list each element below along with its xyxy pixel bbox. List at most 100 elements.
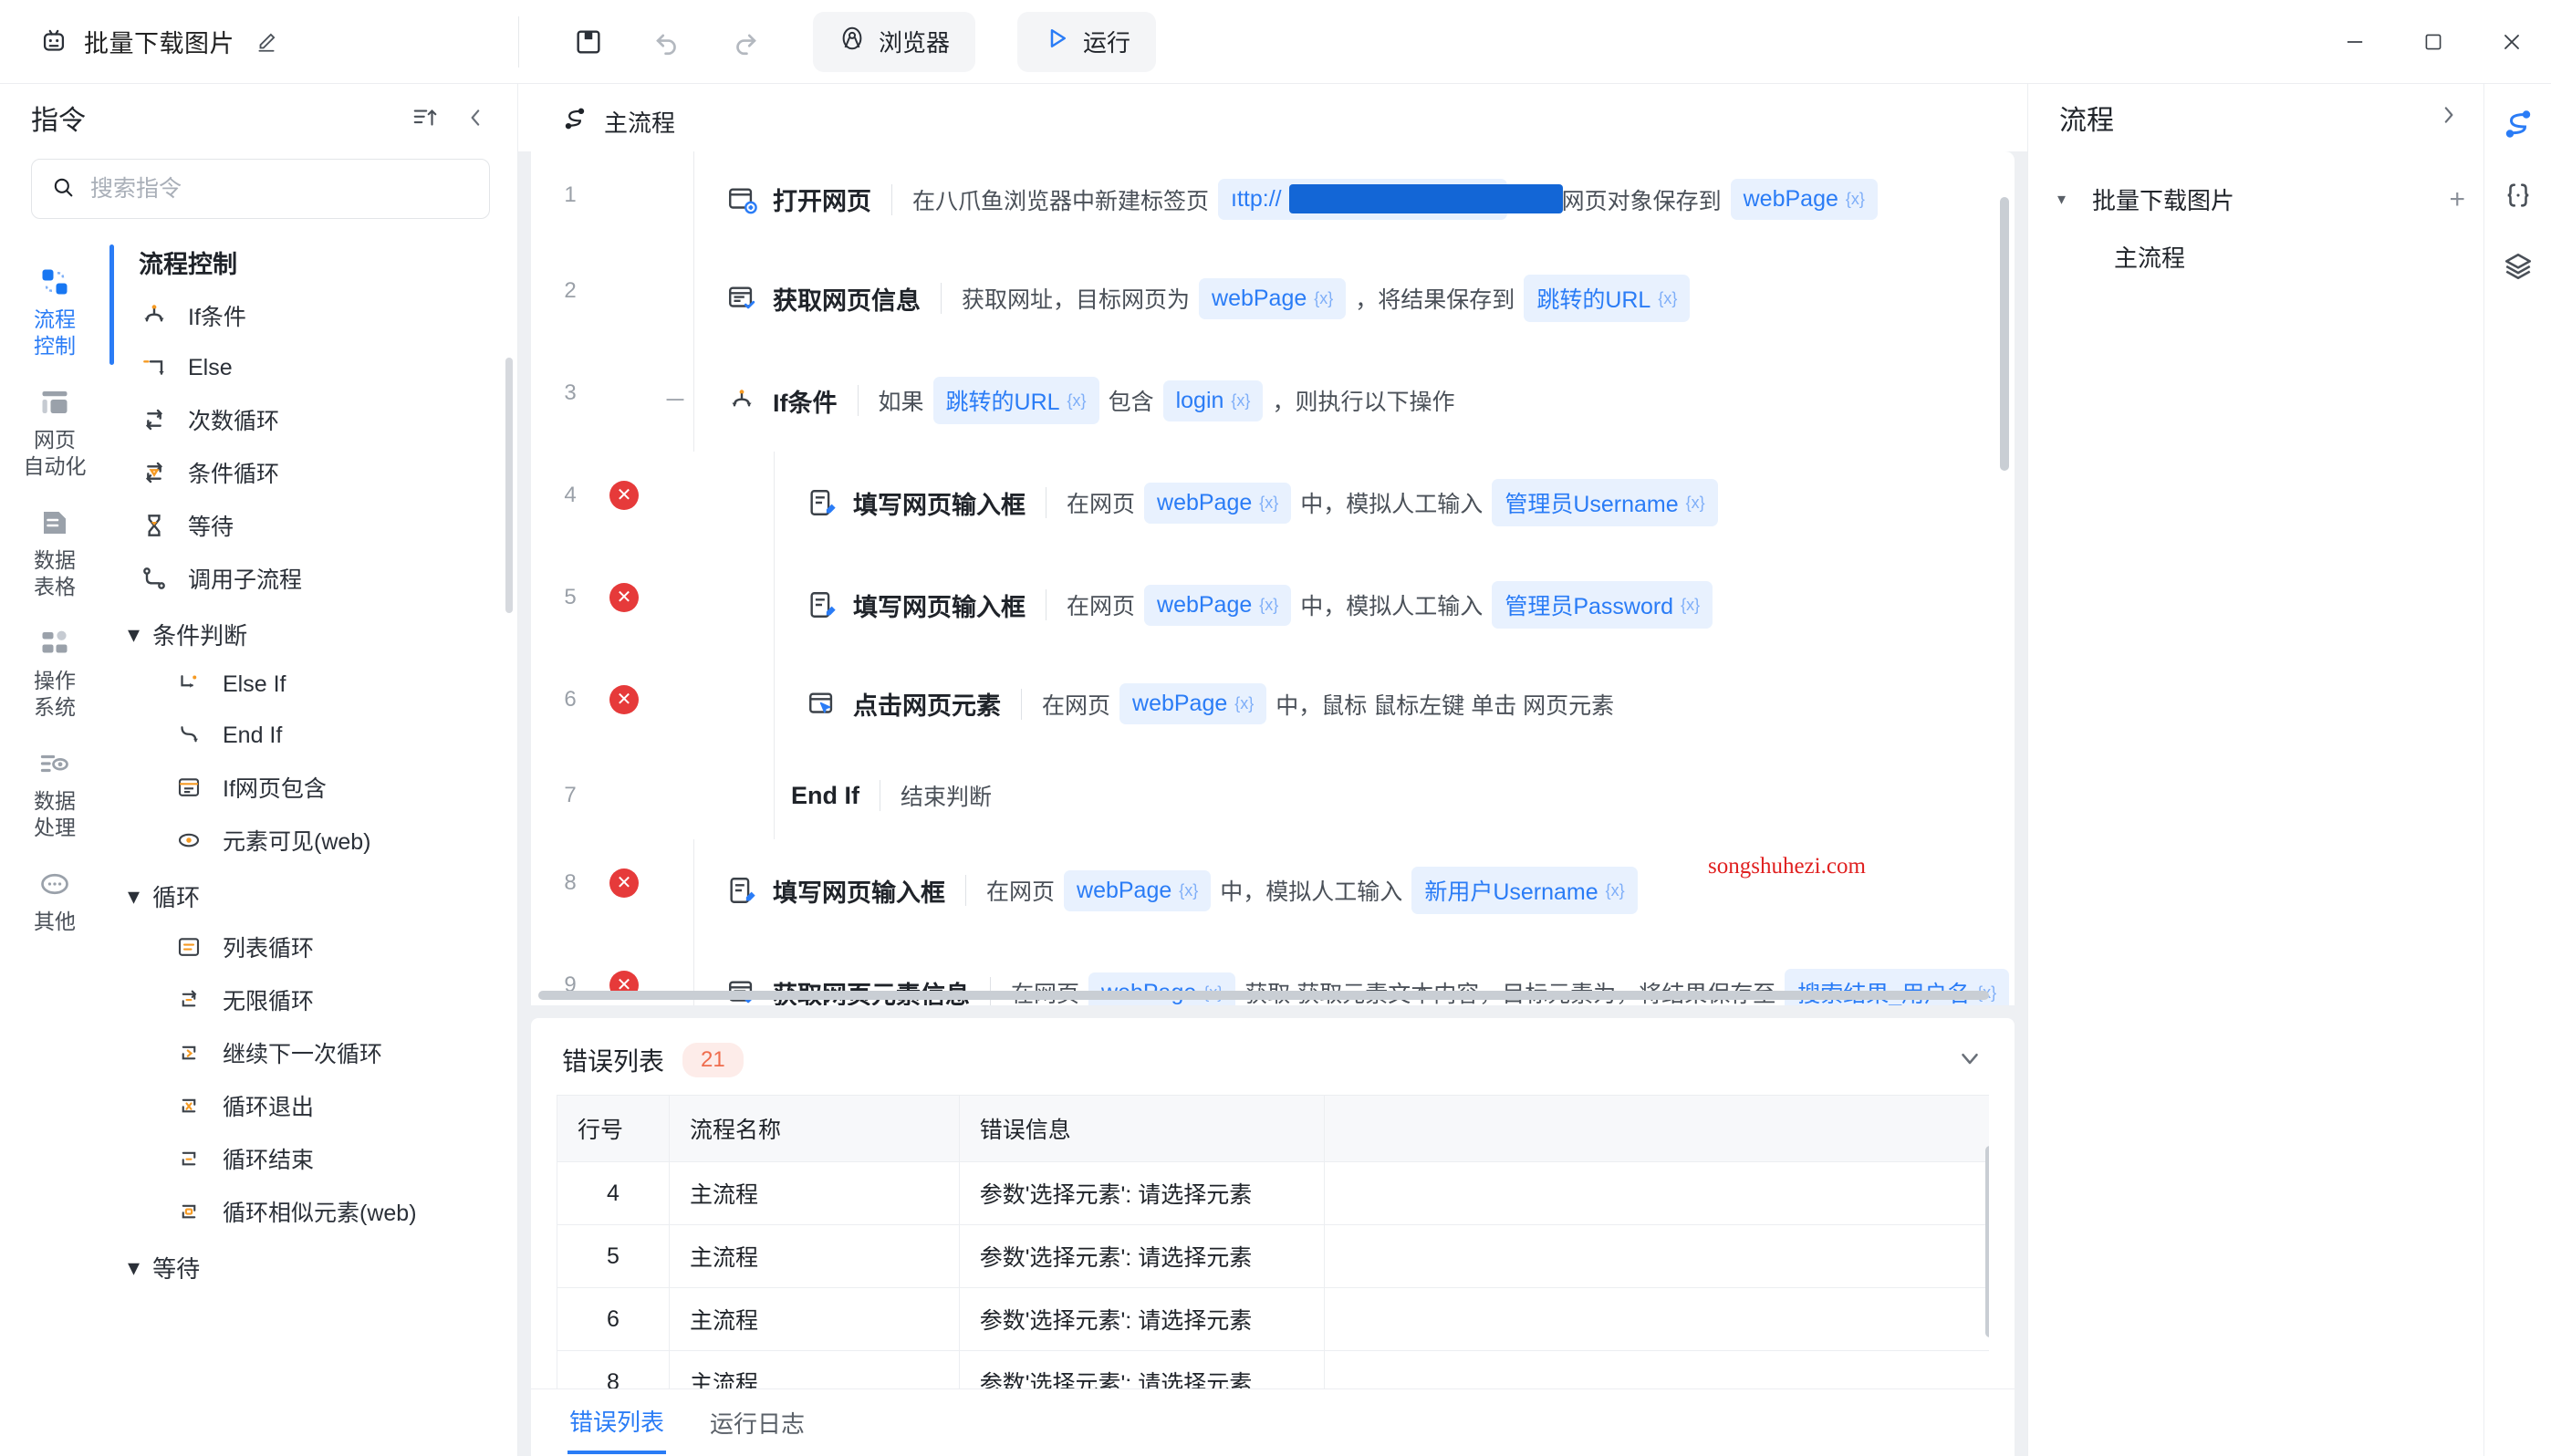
tree-child-main-flow[interactable]: 主流程 xyxy=(2048,227,2474,286)
command-loop-similar-elements[interactable]: 循环相似元素(web) xyxy=(109,1185,517,1238)
variable-chip[interactable]: 新用户Username{x} xyxy=(1411,867,1637,914)
chevron-right-icon[interactable] xyxy=(2436,103,2460,133)
command-else[interactable]: Else xyxy=(109,342,517,393)
flow-row[interactable]: 3 － If条件 xyxy=(531,349,2015,452)
variable-chip[interactable]: webPage{x} xyxy=(1144,483,1291,524)
command-loop-list[interactable]: 列表循环 xyxy=(109,920,517,973)
variable-chip[interactable]: webPage{x} xyxy=(1144,585,1291,626)
variable-chip[interactable]: webPage{x} xyxy=(1088,972,1235,1006)
variable-chip[interactable]: webPage{x} xyxy=(1199,278,1346,319)
maximize-button[interactable] xyxy=(2394,0,2473,84)
rail-item-other[interactable]: 其他 xyxy=(5,856,104,948)
minimize-button[interactable] xyxy=(2316,0,2394,84)
flow-row[interactable]: 1 打开网页 在八爪鱼浏览器中新 xyxy=(531,151,2015,247)
command-loop-infinite[interactable]: 无限循环 xyxy=(109,973,517,1026)
command-else-if[interactable]: Else If xyxy=(109,659,517,710)
app-title: 批量下载图片 xyxy=(84,24,234,59)
command-loop-end[interactable]: 循环结束 xyxy=(109,1132,517,1185)
rail-item-data-table[interactable]: 数据表格 xyxy=(5,494,104,613)
close-button[interactable] xyxy=(2473,0,2551,84)
row-number: 2 xyxy=(531,247,609,304)
plus-icon[interactable]: + xyxy=(2449,184,2465,215)
command-if-condition[interactable]: If条件 xyxy=(109,289,517,342)
flow-canvas[interactable]: 1 打开网页 在八爪鱼浏览器中新 xyxy=(531,151,2015,1005)
rail-item-flow-control[interactable]: 流程控制 xyxy=(5,254,104,372)
undo-button[interactable] xyxy=(632,14,702,70)
row-body[interactable]: 填写网页输入框 在网页 webPage{x} 中，模拟人工输入 管理员Usern… xyxy=(774,452,2015,554)
flow-horizontal-scrollbar[interactable] xyxy=(531,991,2015,1000)
row-body[interactable]: 打开网页 在八爪鱼浏览器中新建标签页 ıttp:// xxxxxxxxxxxxx… xyxy=(693,151,2015,247)
url-chip-redacted[interactable]: ıttp:// xxxxxxxxxxxxxxxxxx xyxy=(1218,179,1507,220)
row-collapse-toggle[interactable] xyxy=(657,247,693,280)
pencil-edit-icon[interactable] xyxy=(255,30,278,54)
sort-ascending-icon[interactable] xyxy=(411,104,439,131)
row-collapse-toggle[interactable] xyxy=(657,151,693,184)
layers-icon[interactable] xyxy=(2498,246,2538,286)
rail-item-web-automation[interactable]: 网页自动化 xyxy=(5,374,104,493)
search-input[interactable] xyxy=(90,176,471,203)
variable-chip[interactable]: webPage{x} xyxy=(1064,870,1211,911)
tree-root-item[interactable]: ▾ 批量下载图片 + xyxy=(2048,172,2474,227)
flow-row[interactable]: 7 End If 结束判断 xyxy=(531,752,2015,839)
chevron-left-icon[interactable] xyxy=(463,104,490,131)
tab-error-list[interactable]: 错误列表 xyxy=(567,1391,666,1454)
table-row[interactable]: 6 主流程 参数'选择元素': 请选择元素 xyxy=(557,1288,1990,1351)
variable-chip[interactable]: 搜索结果_用户名{x} xyxy=(1785,969,2009,1005)
if-condition-icon xyxy=(725,384,758,417)
subgroup-loop-header[interactable]: ▾ 循环 xyxy=(109,867,517,920)
row-body[interactable]: 点击网页元素 在网页 webPage{x} 中，鼠标 鼠标左键 单击 网页元素 xyxy=(774,656,2015,752)
row-body[interactable]: 填写网页输入框 在网页 webPage{x} 中，模拟人工输入 管理员Passw… xyxy=(774,554,2015,656)
flow-s-icon[interactable] xyxy=(2498,104,2538,144)
command-call-subflow[interactable]: 调用子流程 xyxy=(109,552,517,605)
flow-vertical-scrollbar[interactable] xyxy=(2000,197,2009,471)
table-row[interactable]: 5 主流程 参数'选择元素': 请选择元素 xyxy=(557,1225,1990,1288)
table-row[interactable]: 8 主流程 参数'选择元素': 请选择元素 xyxy=(557,1351,1990,1389)
column-header-line: 行号 xyxy=(557,1096,670,1162)
variable-chip[interactable]: webPage{x} xyxy=(1119,683,1266,724)
flow-row[interactable]: 6 ✕ 点击网页元素 在网页 xyxy=(531,656,2015,752)
browser-button[interactable]: 浏览器 xyxy=(813,12,975,72)
tab-run-log[interactable]: 运行日志 xyxy=(708,1393,807,1452)
command-element-visible[interactable]: 元素可见(web) xyxy=(109,814,517,867)
subgroup-condition-header[interactable]: ▾ 条件判断 xyxy=(109,605,517,659)
redo-button[interactable] xyxy=(711,14,780,70)
variable-chip[interactable]: login{x} xyxy=(1163,380,1264,421)
if-page-contains-icon xyxy=(173,772,204,803)
flow-row[interactable]: 2 获取网页信息 获取网址，目标 xyxy=(531,247,2015,349)
variable-braces-icon[interactable] xyxy=(2498,175,2538,215)
error-table-scrollbar[interactable] xyxy=(1985,1146,1989,1337)
command-loop-continue[interactable]: 继续下一次循环 xyxy=(109,1026,517,1079)
action-text: ，将结果保存到 xyxy=(1355,282,1515,315)
rail-item-data-processing[interactable]: 数据处理 xyxy=(5,735,104,854)
subgroup-wait-header[interactable]: ▾ 等待 xyxy=(109,1238,517,1292)
command-list-scrollbar[interactable] xyxy=(505,358,513,613)
table-row[interactable]: 4 主流程 参数'选择元素': 请选择元素 xyxy=(557,1162,1990,1225)
variable-chip[interactable]: webPage{x} xyxy=(1731,179,1878,220)
row-number: 7 xyxy=(531,752,609,808)
rail-item-operating-system[interactable]: 操作系统 xyxy=(5,615,104,733)
command-loop-count[interactable]: 次数循环 xyxy=(109,393,517,446)
variable-chip[interactable]: 跳转的URL{x} xyxy=(1524,275,1690,322)
variable-chip[interactable]: 管理员Username{x} xyxy=(1492,479,1717,526)
command-loop-condition[interactable]: 条件循环 xyxy=(109,446,517,499)
tab-main-flow[interactable]: 主流程 xyxy=(531,91,713,151)
row-body[interactable]: 获取网页信息 获取网址，目标网页为 webPage{x} ，将结果保存到 跳转的… xyxy=(693,247,2015,349)
title-bar: 批量下载图片 xyxy=(0,0,2551,84)
else-icon xyxy=(139,352,170,383)
run-button[interactable]: 运行 xyxy=(1017,12,1156,72)
row-collapse-toggle[interactable]: － xyxy=(657,349,693,416)
row-body[interactable]: If条件 如果 跳转的URL{x} 包含 login{x} ，则执行以下操作 xyxy=(693,349,2015,452)
flow-row[interactable]: 5 ✕ 填写网页输入框 在网页 xyxy=(531,554,2015,656)
save-button[interactable] xyxy=(554,14,623,70)
command-loop-break[interactable]: 循环退出 xyxy=(109,1079,517,1132)
row-body[interactable]: End If 结束判断 xyxy=(774,752,2015,839)
command-if-page-contains[interactable]: If网页包含 xyxy=(109,761,517,814)
chevron-down-icon[interactable] xyxy=(1956,1045,1984,1076)
search-box[interactable] xyxy=(31,159,490,219)
variable-chip[interactable]: 跳转的URL{x} xyxy=(933,377,1099,424)
variable-chip[interactable]: 管理员Password{x} xyxy=(1492,581,1713,629)
chevron-down-icon[interactable]: ▾ xyxy=(2057,190,2079,209)
flow-row[interactable]: 4 ✕ 填写网页输入框 在网页 xyxy=(531,452,2015,554)
command-end-if[interactable]: End If xyxy=(109,710,517,761)
command-wait[interactable]: 等待 xyxy=(109,499,517,552)
